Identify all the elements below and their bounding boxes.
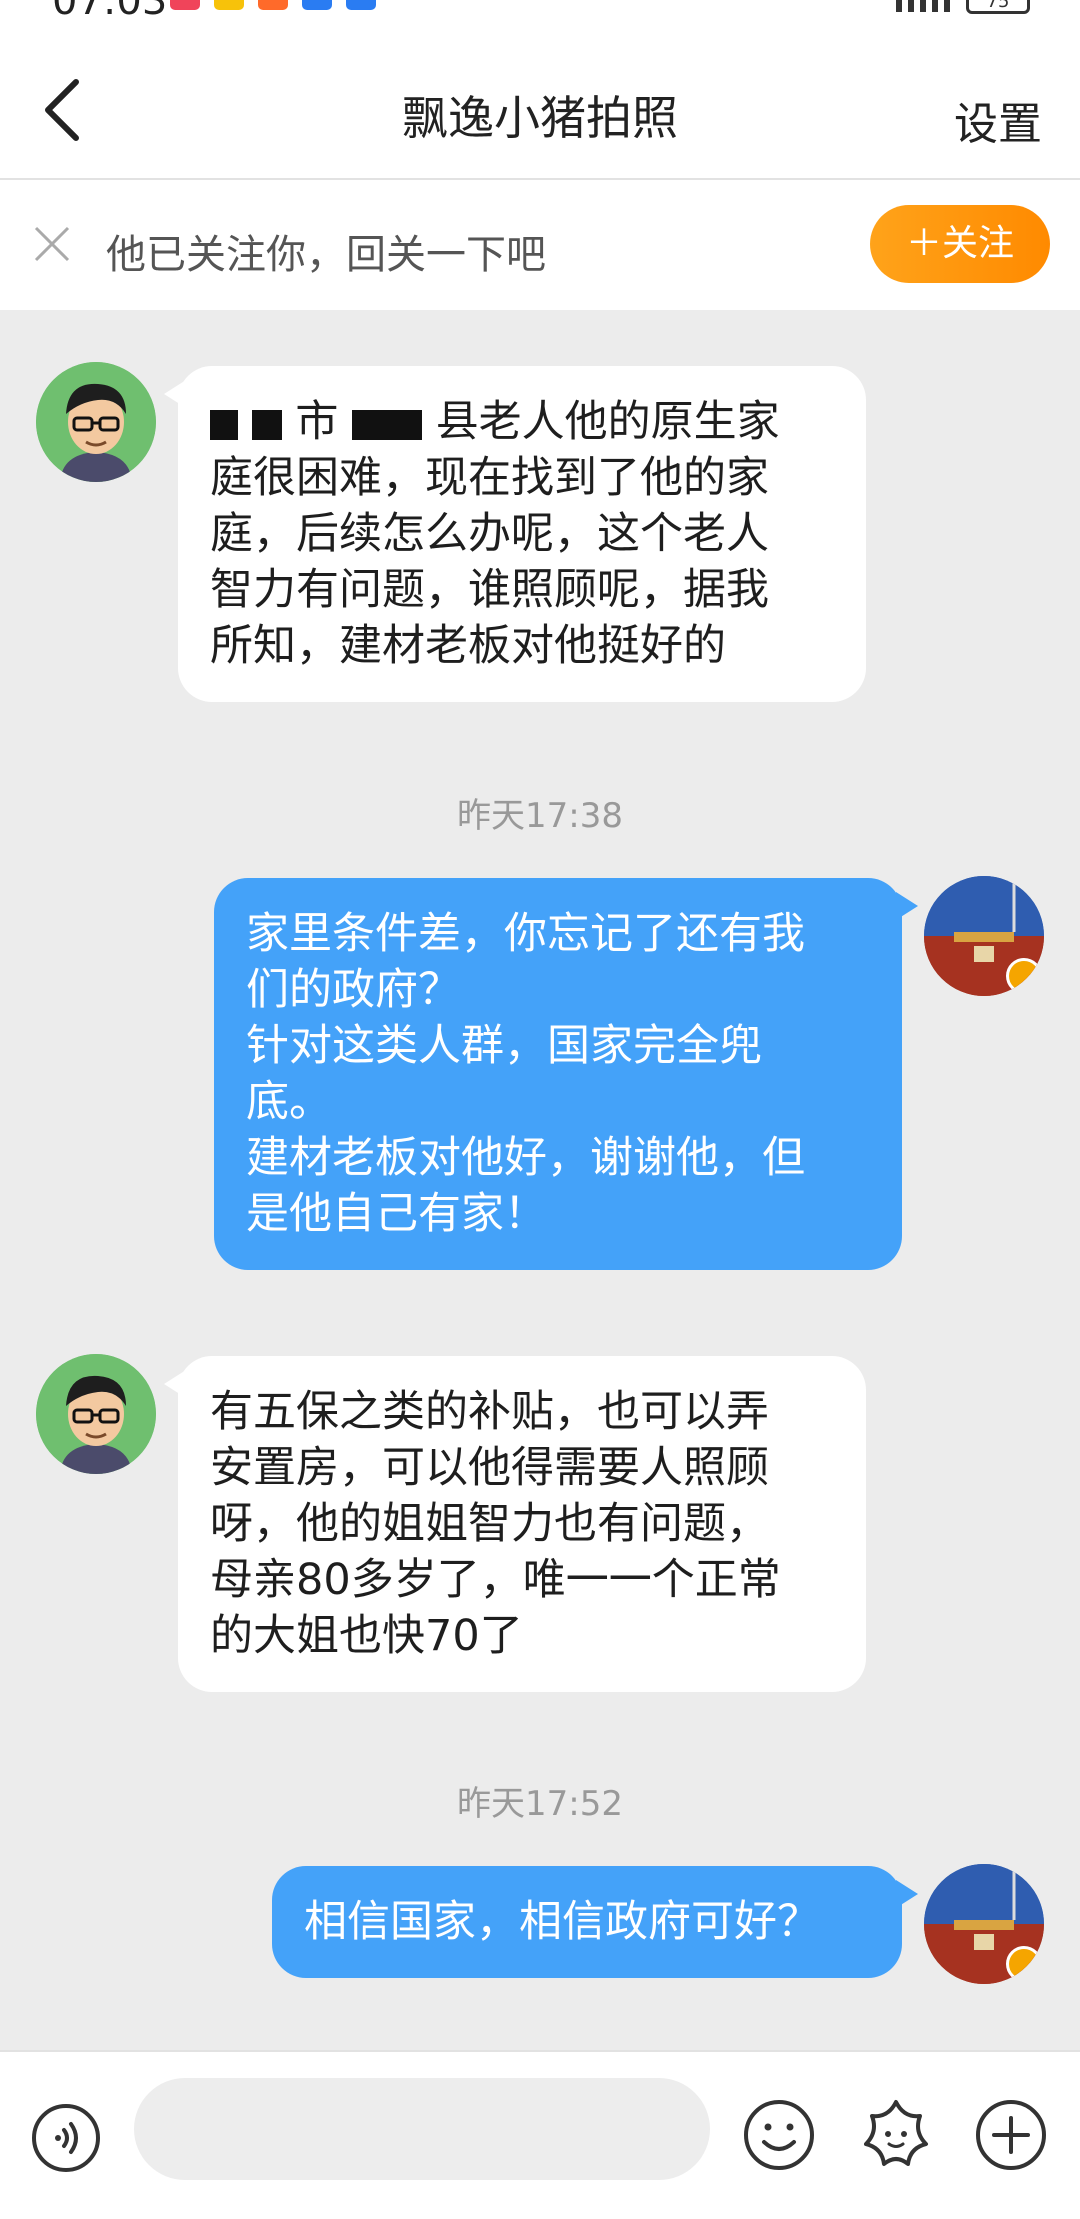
input-bar xyxy=(0,2050,1080,2219)
redaction xyxy=(210,409,238,440)
message-line: 母亲80多岁了，唯一一个正常 xyxy=(210,1555,781,1605)
plus-icon[interactable] xyxy=(974,2098,1048,2172)
signal-icon xyxy=(896,0,956,12)
message-timestamp: 昨天17:52 xyxy=(457,1784,623,1824)
notification-app-icon xyxy=(214,0,244,10)
message-bubble-outgoing[interactable]: 相信国家，相信政府可好？ xyxy=(272,1866,918,1978)
follow-button[interactable]: ＋关注 xyxy=(870,205,1050,283)
message-line: 智力有问题，谁照顾呢，据我 xyxy=(210,565,769,615)
notification-app-icon xyxy=(346,0,376,10)
sticker-icon[interactable] xyxy=(858,2096,934,2172)
message-line: 家里条件差，你忘记了还有我 xyxy=(246,909,805,959)
follow-prompt-text: 他已关注你，回关一下吧 xyxy=(106,232,546,278)
message-timestamp: 昨天17:38 xyxy=(457,796,623,836)
message-bubble-incoming[interactable]: 市 县老人他的原生家 庭很困难，现在找到了他的家 庭，后续怎么办呢，这个老人 智… xyxy=(164,366,866,702)
status-time: 07:03 xyxy=(52,0,168,24)
message-line: 是他自己有家！ xyxy=(246,1189,547,1239)
message-line: 针对这类人群，国家完全兜 xyxy=(246,1021,762,1071)
message-text: 市 xyxy=(295,397,339,447)
settings-button[interactable]: 设置 xyxy=(954,88,1042,152)
cartoon-avatar-icon xyxy=(36,1354,156,1474)
notification-app-icon xyxy=(302,0,332,10)
follow-banner: 他已关注你，回关一下吧 ＋关注 xyxy=(0,180,1080,310)
avatar-self[interactable] xyxy=(924,876,1044,996)
cartoon-avatar-icon xyxy=(36,362,156,482)
message-line: 相信国家，相信政府可好？ xyxy=(304,1897,820,1947)
message-text: 县老人他的原生家 xyxy=(435,397,780,447)
header: 飘逸小猪拍照 设置 xyxy=(0,40,1080,180)
system-indicators: 75 xyxy=(896,0,1030,14)
avatar-self[interactable] xyxy=(924,1864,1044,1984)
message-line: 们的政府？ xyxy=(246,965,461,1015)
message-line: 底。 xyxy=(246,1077,332,1127)
message-line: 建材老板对他好，谢谢他，但 xyxy=(246,1133,805,1183)
message-line: 安置房，可以他得需要人照顾 xyxy=(210,1443,769,1493)
message-list[interactable]: 市 县老人他的原生家 庭很困难，现在找到了他的家 庭，后续怎么办呢，这个老人 智… xyxy=(0,310,1080,2050)
message-line: 有五保之类的补贴，也可以弄 xyxy=(210,1387,769,1437)
status-bar: 07:03 75 xyxy=(0,0,1080,40)
verified-badge-icon xyxy=(1006,1946,1042,1982)
message-line: 庭很困难，现在找到了他的家 xyxy=(210,453,769,503)
voice-icon[interactable] xyxy=(30,2102,102,2174)
close-icon[interactable] xyxy=(30,222,74,266)
avatar[interactable] xyxy=(36,1354,156,1474)
avatar[interactable] xyxy=(36,362,156,482)
battery-icon: 75 xyxy=(966,0,1030,14)
message-line: 呀，他的姐姐智力也有问题， xyxy=(210,1499,769,1549)
message-line: 市 县老人他的原生家 xyxy=(210,394,834,450)
chat-screen: 07:03 75 飘逸小猪拍照 设置 他已关注你，回关一下吧 ＋关注 市 县老人… xyxy=(0,0,1080,2219)
emoji-icon[interactable] xyxy=(742,2098,816,2172)
notification-icons xyxy=(170,0,376,10)
verified-badge-icon xyxy=(1006,958,1042,994)
message-line: 的大姐也快70了 xyxy=(210,1611,523,1661)
message-bubble-outgoing[interactable]: 家里条件差，你忘记了还有我 们的政府？ 针对这类人群，国家完全兜 底。 建材老板… xyxy=(214,878,918,1270)
redaction xyxy=(251,409,282,440)
message-line: 庭，后续怎么办呢，这个老人 xyxy=(210,509,769,559)
notification-app-icon xyxy=(258,0,288,10)
message-input[interactable] xyxy=(134,2078,710,2180)
redaction xyxy=(352,409,423,440)
notification-app-icon xyxy=(170,0,200,10)
page-title: 飘逸小猪拍照 xyxy=(402,91,678,145)
message-bubble-incoming[interactable]: 有五保之类的补贴，也可以弄 安置房，可以他得需要人照顾 呀，他的姐姐智力也有问题… xyxy=(164,1356,866,1692)
message-line: 所知，建材老板对他挺好的 xyxy=(210,621,726,671)
